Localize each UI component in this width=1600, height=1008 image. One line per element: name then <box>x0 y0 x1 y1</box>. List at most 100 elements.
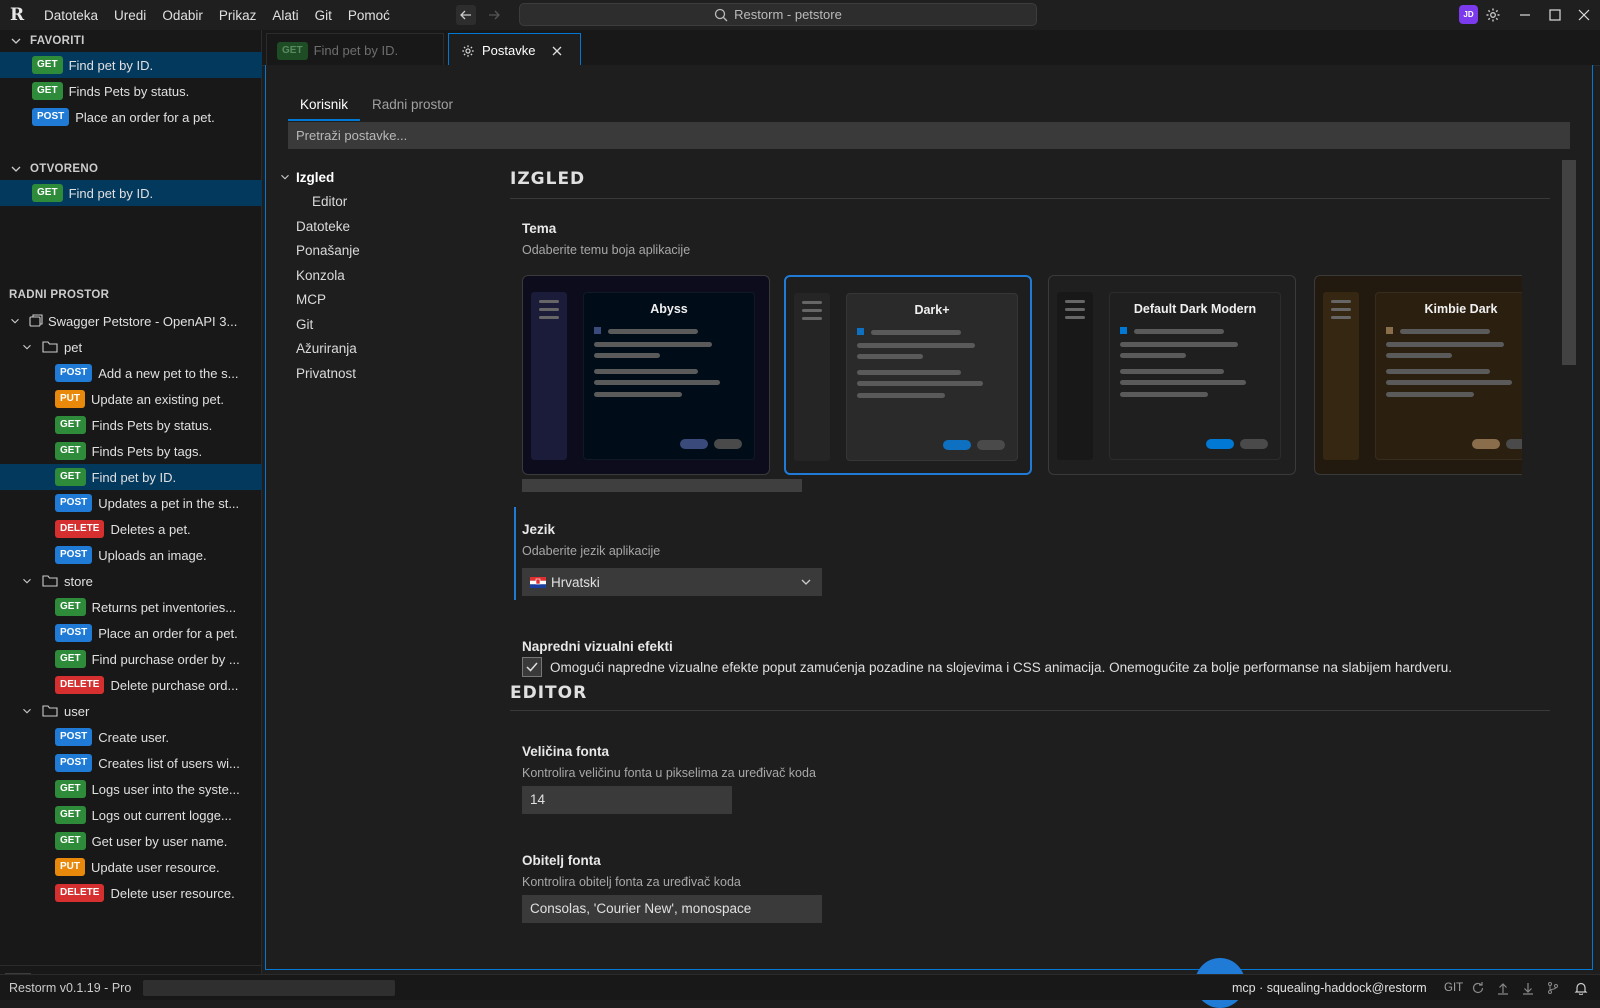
request-item[interactable]: PUT Update user resource. <box>0 854 262 880</box>
nav-item-editor[interactable]: Editor <box>296 190 476 215</box>
collection-root[interactable]: Swagger Petstore - OpenAPI 3... <box>0 308 262 334</box>
back-button[interactable] <box>456 5 476 25</box>
folder-pet[interactable]: pet <box>0 334 262 360</box>
theme-name: Abyss <box>650 302 688 316</box>
open-title: OTVORENO <box>30 163 99 175</box>
maximize-button[interactable] <box>1545 5 1565 25</box>
theme-preview-line <box>871 330 961 335</box>
nav-item-behavior[interactable]: Ponašanje <box>296 239 476 264</box>
request-item[interactable]: GET Logs user into the syste... <box>0 776 262 802</box>
request-item[interactable]: DELETE Delete user resource. <box>0 880 262 906</box>
bell-icon[interactable] <box>1574 981 1588 995</box>
avatar[interactable]: JD <box>1459 5 1478 24</box>
settings-button[interactable] <box>1483 5 1503 25</box>
settings-scrollbar[interactable] <box>1562 160 1576 365</box>
theme-card[interactable]: Dark+ <box>784 275 1032 475</box>
request-item[interactable]: GET Find purchase order by ... <box>0 646 262 672</box>
folder-user[interactable]: user <box>0 698 262 724</box>
font-family-input[interactable]: Consolas, 'Courier New', monospace <box>522 895 822 923</box>
request-item[interactable]: POST Create user. <box>0 724 262 750</box>
request-item[interactable]: POST Creates list of users wi... <box>0 750 262 776</box>
request-item[interactable]: POST Updates a pet in the st... <box>0 490 262 516</box>
theme-preview-panel: Dark+ <box>846 293 1018 461</box>
theme-preview-accent <box>594 327 601 334</box>
chevron-down-icon <box>11 38 21 44</box>
request-item[interactable]: GET Find pet by ID. <box>0 464 262 490</box>
folder-store[interactable]: store <box>0 568 262 594</box>
folder-open-icon <box>42 575 58 587</box>
forward-button[interactable] <box>484 5 504 25</box>
version-label: Restorm v0.1.19 - Pro <box>9 980 132 995</box>
menu-git[interactable]: Git <box>307 8 340 23</box>
command-search[interactable]: Restorm - petstore <box>519 3 1037 26</box>
settings-search-input[interactable]: Pretraži postavke... <box>288 122 1570 149</box>
request-item[interactable]: POST Place an order for a pet. <box>0 620 262 646</box>
request-item[interactable]: DELETE Delete purchase ord... <box>0 672 262 698</box>
menu-bar: Datoteka Uredi Odabir Prikaz Alati Git P… <box>36 8 398 23</box>
theme-preview-line <box>594 353 660 358</box>
favorite-item[interactable]: GET Find pet by ID. <box>0 52 262 78</box>
font-size-input[interactable]: 14 <box>522 786 732 814</box>
theme-card[interactable]: Abyss <box>522 275 770 475</box>
git-label[interactable]: GIT <box>1444 982 1463 994</box>
menu-selection[interactable]: Odabir <box>154 8 211 23</box>
theme-preview-line <box>1386 353 1452 358</box>
request-label: Find pet by ID. <box>91 469 177 485</box>
request-item[interactable]: DELETE Deletes a pet. <box>0 516 262 542</box>
theme-preview-panel: Kimbie Dark <box>1375 292 1522 460</box>
menu-file[interactable]: Datoteka <box>36 8 106 23</box>
font-family-desc: Kontrolira obitelj fonta za uređivač kod… <box>522 875 741 889</box>
theme-title: Tema <box>522 221 557 236</box>
request-item[interactable]: POST Add a new pet to the s... <box>0 360 262 386</box>
theme-gallery-scrollbar[interactable] <box>522 479 802 492</box>
nav-item-git[interactable]: Git <box>296 312 476 337</box>
menu-view[interactable]: Prikaz <box>211 8 265 23</box>
theme-preview-accent <box>1120 327 1127 334</box>
upload-icon[interactable] <box>1496 981 1510 995</box>
minimize-button[interactable] <box>1515 5 1535 25</box>
workspace-header: RADNI PROSTOR <box>0 284 262 306</box>
tab-user[interactable]: Korisnik <box>288 93 361 121</box>
method-badge: GET <box>32 82 63 100</box>
menu-tools[interactable]: Alati <box>264 8 306 23</box>
theme-preview-button <box>680 439 708 449</box>
tab-settings[interactable]: Postavke <box>448 33 581 67</box>
theme-preview-button <box>977 440 1005 450</box>
git-branch-icon[interactable] <box>1546 981 1560 995</box>
theme-preview-button <box>1506 439 1522 449</box>
refresh-icon[interactable] <box>1471 981 1485 995</box>
method-badge: POST <box>55 364 93 382</box>
tab-find-pet[interactable]: GET Find pet by ID. <box>266 33 444 67</box>
request-item[interactable]: PUT Update an existing pet. <box>0 386 262 412</box>
nav-item-updates[interactable]: Ažuriranja <box>296 337 476 362</box>
mcp-status[interactable]: mcp · squealing-haddock@restorm <box>1232 981 1427 995</box>
request-item[interactable]: GET Finds Pets by tags. <box>0 438 262 464</box>
nav-item-privacy[interactable]: Privatnost <box>296 361 476 386</box>
favorite-item[interactable]: POST Place an order for a pet. <box>0 104 262 130</box>
method-badge: GET <box>55 598 86 616</box>
request-item[interactable]: GET Finds Pets by status. <box>0 412 262 438</box>
download-icon[interactable] <box>1521 981 1535 995</box>
menu-edit[interactable]: Uredi <box>106 8 154 23</box>
nav-item-console[interactable]: Konzola <box>296 263 476 288</box>
favorites-header[interactable]: FAVORITI <box>0 30 262 52</box>
request-item[interactable]: POST Uploads an image. <box>0 542 262 568</box>
theme-card[interactable]: Default Dark Modern <box>1048 275 1296 475</box>
nav-item-mcp[interactable]: MCP <box>296 288 476 313</box>
theme-card[interactable]: Kimbie Dark <box>1314 275 1522 475</box>
nav-group-appearance[interactable]: Izgled <box>278 165 476 190</box>
tab-workspace[interactable]: Radni prostor <box>360 93 465 121</box>
favorite-item[interactable]: GET Finds Pets by status. <box>0 78 262 104</box>
close-tab-icon[interactable] <box>551 45 563 57</box>
request-item[interactable]: GET Get user by user name. <box>0 828 262 854</box>
request-item[interactable]: GET Returns pet inventories... <box>0 594 262 620</box>
effects-title: Napredni vizualni efekti <box>522 639 673 654</box>
menu-help[interactable]: Pomoć <box>340 8 398 23</box>
open-header[interactable]: OTVORENO <box>0 158 262 180</box>
effects-checkbox[interactable] <box>522 657 542 677</box>
language-select[interactable]: Hrvatski <box>522 568 822 596</box>
request-item[interactable]: GET Logs out current logge... <box>0 802 262 828</box>
nav-item-files[interactable]: Datoteke <box>296 214 476 239</box>
close-window-button[interactable] <box>1574 5 1594 25</box>
open-item[interactable]: GET Find pet by ID. <box>0 180 262 206</box>
